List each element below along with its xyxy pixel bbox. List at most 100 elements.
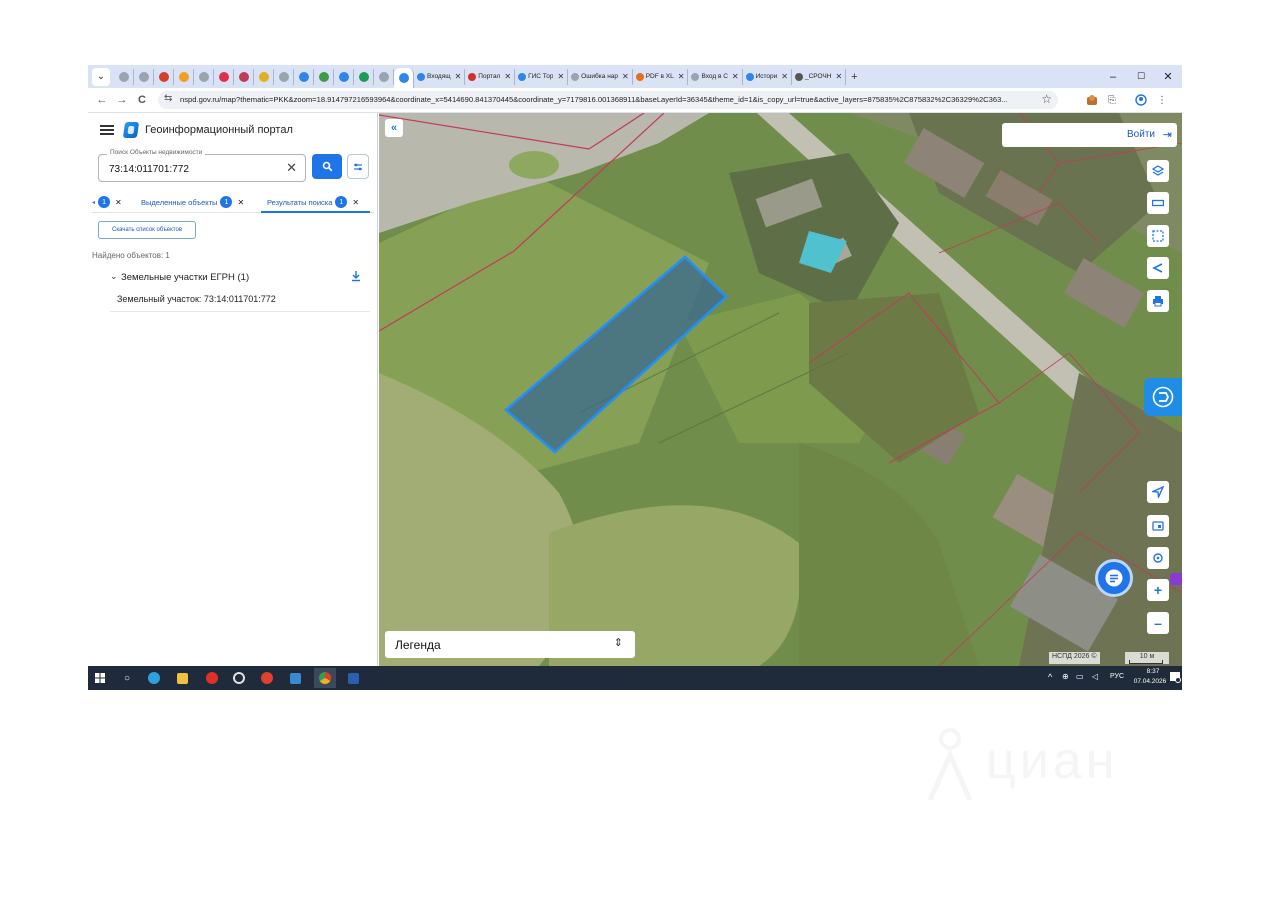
pinned-tab[interactable]	[134, 68, 154, 85]
forward-button[interactable]: →	[114, 92, 130, 108]
pinned-tab[interactable]	[254, 68, 274, 85]
filter-button[interactable]	[347, 154, 369, 179]
legend-selector[interactable]: Легенда ⇕	[385, 631, 635, 658]
extensions-puzzle-icon[interactable]: ⎘	[1104, 92, 1120, 108]
search-value[interactable]: 73:14:011701:772	[109, 164, 189, 175]
clear-search-icon[interactable]: ✕	[286, 160, 297, 176]
browser-tab[interactable]: PDF в XL ✕	[633, 68, 689, 85]
close-window-button[interactable]: ✕	[1154, 65, 1182, 88]
pinned-tab[interactable]	[334, 68, 354, 85]
reload-button[interactable]: C	[134, 92, 150, 108]
search-input[interactable]: Поиск Объекты недвижимости 73:14:011701:…	[98, 149, 306, 182]
search-taskbar-icon[interactable]: ○	[119, 670, 135, 686]
pinned-tab[interactable]	[194, 68, 214, 85]
pinned-tab[interactable]	[174, 68, 194, 85]
minimize-button[interactable]: –	[1099, 65, 1127, 88]
bookmark-star-icon[interactable]: ☆	[1041, 92, 1052, 106]
chrome-icon[interactable]	[314, 668, 336, 688]
tab-previous[interactable]: ◂ 1 ✕	[92, 193, 122, 211]
result-group-title[interactable]: Земельные участки ЕГРН (1)	[121, 272, 249, 283]
print-button[interactable]	[1147, 290, 1169, 312]
back-button[interactable]: ←	[94, 92, 110, 108]
profile-icon[interactable]	[1133, 92, 1149, 108]
pinned-tab[interactable]	[114, 68, 134, 85]
close-tab-icon[interactable]: ✕	[732, 72, 739, 81]
tab-title: Входящ	[427, 73, 451, 80]
tab-selected-objects[interactable]: Выделенные объекты 1 ✕	[141, 193, 244, 211]
share-button[interactable]	[1147, 257, 1169, 279]
feedback-button[interactable]	[1144, 378, 1182, 416]
pinned-tab[interactable]	[234, 68, 254, 85]
new-tab-button[interactable]: +	[851, 71, 857, 83]
opera-icon[interactable]	[204, 670, 220, 686]
pinned-tab[interactable]	[214, 68, 234, 85]
pinned-tab[interactable]	[394, 68, 414, 88]
pinned-tab[interactable]	[354, 68, 374, 85]
notifications-icon[interactable]	[1169, 671, 1181, 683]
close-tab-icon[interactable]: ✕	[455, 72, 462, 81]
login-button[interactable]: Войти ⇥	[1002, 123, 1177, 147]
network-icon[interactable]: ▭	[1076, 672, 1084, 681]
close-tab-icon[interactable]: ✕	[622, 72, 629, 81]
chevron-down-icon[interactable]: ⌄	[110, 271, 118, 282]
zoom-out-button[interactable]: –	[1147, 612, 1169, 634]
word-icon[interactable]	[345, 670, 361, 686]
collapse-panel-button[interactable]: «	[385, 119, 403, 137]
browser-tab[interactable]: _СРОЧН ✕	[792, 68, 847, 85]
language-indicator[interactable]: РУС	[1110, 673, 1124, 680]
locate-button[interactable]	[1147, 481, 1169, 503]
portal-logo-icon	[122, 122, 140, 138]
screen-button[interactable]	[1147, 515, 1169, 537]
clock-time[interactable]: 8:37	[1136, 668, 1170, 675]
search-map-button[interactable]	[1147, 547, 1169, 569]
browser-tab[interactable]: Истори ✕	[743, 68, 792, 85]
start-button[interactable]	[92, 670, 108, 686]
app-blue-icon[interactable]	[287, 670, 303, 686]
pinned-tab[interactable]	[274, 68, 294, 85]
close-tab-icon[interactable]: ✕	[835, 72, 842, 81]
close-tab-icon[interactable]: ✕	[781, 72, 788, 81]
select-area-button[interactable]	[1147, 225, 1169, 247]
close-tab-icon[interactable]: ✕	[504, 72, 511, 81]
browser-tab[interactable]: Вход в С ✕	[688, 68, 743, 85]
close-tab-icon[interactable]: ✕	[115, 198, 122, 207]
edge-icon[interactable]	[146, 670, 162, 686]
browser-tab[interactable]: Портал ✕	[465, 68, 516, 85]
menu-icon[interactable]	[100, 125, 114, 135]
sync-icon[interactable]: ⊕	[1062, 672, 1069, 681]
tab-search-icon[interactable]: ⌄	[92, 67, 110, 86]
result-item[interactable]: Земельный участок: 73:14:011701:772	[117, 294, 276, 304]
yandex-browser-icon[interactable]	[259, 670, 275, 686]
zoom-in-button[interactable]: +	[1147, 579, 1169, 601]
chat-button[interactable]	[1095, 559, 1133, 597]
clock-date[interactable]: 07.04.2026	[1130, 678, 1170, 685]
browser-tab[interactable]: Ошибка нар ✕	[568, 68, 633, 85]
tray-chevron-up-icon[interactable]: ^	[1048, 672, 1052, 682]
close-tab-icon[interactable]: ✕	[678, 72, 685, 81]
close-tab-icon[interactable]: ✕	[352, 198, 359, 207]
pinned-tab[interactable]	[314, 68, 334, 85]
extension-icon[interactable]	[1084, 92, 1100, 108]
pinned-tab[interactable]	[294, 68, 314, 85]
scale-bar	[1129, 660, 1163, 664]
pinned-tab[interactable]	[374, 68, 394, 85]
browser-menu-icon[interactable]: ⋮	[1154, 92, 1170, 108]
file-explorer-icon[interactable]	[174, 670, 190, 686]
download-icon[interactable]	[350, 270, 362, 282]
close-tab-icon[interactable]: ✕	[237, 198, 244, 207]
maximize-button[interactable]: ☐	[1127, 65, 1155, 88]
search-button[interactable]	[312, 154, 342, 179]
layers-button[interactable]	[1147, 160, 1169, 182]
volume-icon[interactable]: ◁	[1092, 672, 1098, 681]
pinned-tab[interactable]	[154, 68, 174, 85]
url-field[interactable]: ⇆ nspd.gov.ru/map?thematic=PKK&zoom=18.9…	[158, 91, 1058, 109]
app-c-icon[interactable]	[231, 670, 247, 686]
tab-search-results[interactable]: Результаты поиска 1 ✕	[267, 193, 359, 211]
site-settings-icon[interactable]: ⇆	[164, 93, 172, 104]
browser-tab[interactable]: Входящ ✕	[414, 68, 466, 85]
map-view[interactable]: « Войти ⇥ + – Легенда ⇕ НСПД 2026 © 10 м	[379, 113, 1182, 666]
download-list-button[interactable]: Скачать список объектов	[98, 221, 196, 239]
browser-tab[interactable]: ГИС Тор ✕	[515, 68, 569, 85]
close-tab-icon[interactable]: ✕	[557, 72, 564, 81]
ruler-button[interactable]	[1147, 192, 1169, 214]
